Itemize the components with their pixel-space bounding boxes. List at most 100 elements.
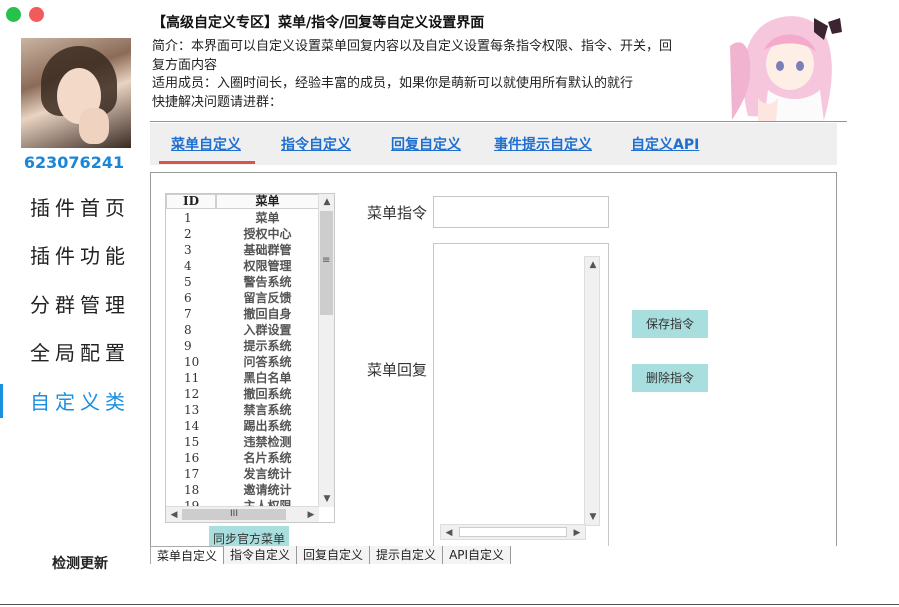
menu-list-vertical-scrollbar[interactable]: ▲ ▼ — [318, 194, 334, 507]
avatar — [21, 38, 131, 148]
row-id: 11 — [184, 371, 200, 385]
table-row[interactable]: 1 菜单 — [166, 210, 319, 226]
tab-reply-custom[interactable]: 回复自定义 — [391, 134, 461, 154]
sidebar-item-custom[interactable]: 自定义类 — [0, 376, 150, 425]
row-menu-name: 名片系统 — [243, 451, 292, 465]
row-id: 17 — [184, 467, 200, 481]
tab-command-custom[interactable]: 指令自定义 — [281, 134, 351, 154]
row-id: 19 — [184, 499, 200, 506]
menu-list-rows: 1 菜单 2 授权中心 3 基础群管 4 权限管理 5 警告系统 6 留言反馈 7 撤回自身 8 入群设置 9 提… — [166, 210, 319, 506]
shortcut-text: 快捷解决问题请进群： — [152, 94, 283, 110]
header-description: 简介：本界面可以自定义设置菜单回复内容以及自定义设置每条指令权限、指令、开关，回… — [152, 38, 682, 112]
tab-custom-api[interactable]: 自定义API — [631, 134, 699, 154]
row-menu-name: 警告系统 — [243, 275, 292, 289]
table-row[interactable]: 6 留言反馈 — [166, 290, 319, 306]
vertical-scroll-thumb[interactable] — [320, 211, 333, 315]
reply-vertical-scrollbar[interactable]: ▲ ▼ — [584, 256, 600, 526]
scroll-right-icon[interactable]: ▶ — [303, 507, 319, 522]
table-row[interactable]: 19 主人权限 — [166, 498, 319, 506]
row-id: 13 — [184, 403, 200, 417]
row-menu-name: 邀请统计 — [243, 483, 292, 497]
reply-scroll-down-icon[interactable]: ▼ — [585, 509, 601, 525]
sidebar-item-group-management[interactable]: 分群管理 — [0, 279, 150, 328]
bottom-tab-menu[interactable]: 菜单自定义 — [150, 546, 225, 564]
row-id: 12 — [184, 387, 200, 401]
menu-reply-textarea[interactable]: ▲ ▼ ◀ ▶ — [433, 243, 609, 549]
row-menu-name: 黑白名单 — [243, 371, 292, 385]
page-title: 【高级自定义专区】菜单/指令/回复等自定义设置界面 — [152, 15, 485, 31]
row-menu-name: 基础群管 — [243, 243, 292, 257]
bottom-tab-reply[interactable]: 回复自定义 — [297, 546, 371, 564]
window-close-button[interactable] — [29, 7, 44, 22]
menu-list-horizontal-scrollbar[interactable]: ◀ III ▶ — [166, 506, 319, 522]
menu-list[interactable]: ID 菜单 1 菜单 2 授权中心 3 基础群管 4 权限管理 5 警告系统 6 留言反馈 7 撤回自身 8… — [165, 193, 335, 523]
row-menu-name: 禁言系统 — [243, 403, 292, 417]
sidebar-item-global-config[interactable]: 全局配置 — [0, 328, 150, 377]
menu-reply-label: 菜单回复 — [367, 361, 428, 379]
horizontal-scroll-thumb[interactable]: III — [182, 509, 286, 520]
table-row[interactable]: 4 权限管理 — [166, 258, 319, 274]
table-row[interactable]: 9 提示系统 — [166, 338, 319, 354]
table-row[interactable]: 11 黑白名单 — [166, 370, 319, 386]
header-divider — [150, 121, 847, 122]
column-header-id[interactable]: ID — [166, 194, 216, 209]
table-row[interactable]: 18 邀请统计 — [166, 482, 319, 498]
scroll-left-icon[interactable]: ◀ — [166, 507, 182, 522]
table-row[interactable]: 7 撤回自身 — [166, 306, 319, 322]
row-menu-name: 违禁检测 — [243, 435, 292, 449]
tab-menu-custom[interactable]: 菜单自定义 — [171, 134, 241, 154]
table-row[interactable]: 16 名片系统 — [166, 450, 319, 466]
row-id: 4 — [184, 259, 192, 273]
bottom-tab-prompt[interactable]: 提示自定义 — [370, 546, 444, 564]
custom-tab-bar: 菜单自定义 指令自定义 回复自定义 事件提示自定义 自定义API — [150, 123, 837, 165]
row-menu-name: 权限管理 — [243, 259, 292, 273]
row-menu-name: 撤回系统 — [243, 387, 292, 401]
bottom-divider — [0, 604, 899, 605]
anime-girl-illustration — [728, 6, 846, 122]
reply-horizontal-scrollbar[interactable]: ◀ ▶ — [440, 524, 586, 540]
members-text: 适用成员：入圈时间长，经验丰富的成员，如果你是萌新可以就使用所有默认的就行 — [152, 76, 634, 91]
bottom-tab-api[interactable]: API自定义 — [443, 546, 512, 564]
sidebar-item-plugin-home[interactable]: 插件首页 — [0, 182, 150, 231]
table-row[interactable]: 8 入群设置 — [166, 322, 319, 338]
row-menu-name: 问答系统 — [243, 355, 292, 369]
intro-text: 简介：本界面可以自定义设置菜单回复内容以及自定义设置每条指令权限、指令、开关，回… — [152, 39, 673, 73]
row-id: 7 — [184, 307, 192, 321]
save-command-button[interactable]: 保存指令 — [632, 310, 708, 338]
row-menu-name: 授权中心 — [243, 227, 292, 241]
scroll-down-icon[interactable]: ▼ — [319, 491, 334, 507]
table-row[interactable]: 12 撤回系统 — [166, 386, 319, 402]
table-row[interactable]: 13 禁言系统 — [166, 402, 319, 418]
row-menu-name: 留言反馈 — [243, 291, 292, 305]
row-id: 9 — [184, 339, 192, 353]
scroll-up-icon[interactable]: ▲ — [319, 194, 334, 210]
menu-list-header: ID 菜单 — [166, 194, 319, 209]
sidebar-item-plugin-features[interactable]: 插件功能 — [0, 231, 150, 280]
check-update-button[interactable]: 检测更新 — [40, 553, 120, 573]
reply-scroll-left-icon[interactable]: ◀ — [441, 525, 457, 541]
reply-scroll-right-icon[interactable]: ▶ — [569, 525, 585, 541]
row-id: 2 — [184, 227, 192, 241]
bottom-tab-command[interactable]: 指令自定义 — [224, 546, 298, 564]
row-id: 14 — [184, 419, 200, 433]
row-id: 18 — [184, 483, 200, 497]
table-row[interactable]: 3 基础群管 — [166, 242, 319, 258]
delete-command-button[interactable]: 删除指令 — [632, 364, 708, 392]
table-row[interactable]: 15 违禁检测 — [166, 434, 319, 450]
table-row[interactable]: 5 警告系统 — [166, 274, 319, 290]
row-id: 6 — [184, 291, 192, 305]
row-id: 8 — [184, 323, 192, 337]
table-row[interactable]: 17 发言统计 — [166, 466, 319, 482]
reply-scroll-up-icon[interactable]: ▲ — [585, 257, 601, 273]
window-minimize-button[interactable] — [6, 7, 21, 22]
table-row[interactable]: 14 踢出系统 — [166, 418, 319, 434]
column-header-menu[interactable]: 菜单 — [216, 194, 319, 209]
reply-horizontal-thumb[interactable] — [459, 527, 567, 537]
table-row[interactable]: 10 问答系统 — [166, 354, 319, 370]
table-row[interactable]: 2 授权中心 — [166, 226, 319, 242]
row-menu-name: 发言统计 — [243, 467, 292, 481]
menu-command-input[interactable] — [433, 196, 609, 228]
tab-event-prompt-custom[interactable]: 事件提示自定义 — [494, 134, 592, 154]
row-menu-name: 提示系统 — [243, 339, 292, 353]
qq-number: 623076241 — [23, 153, 125, 172]
